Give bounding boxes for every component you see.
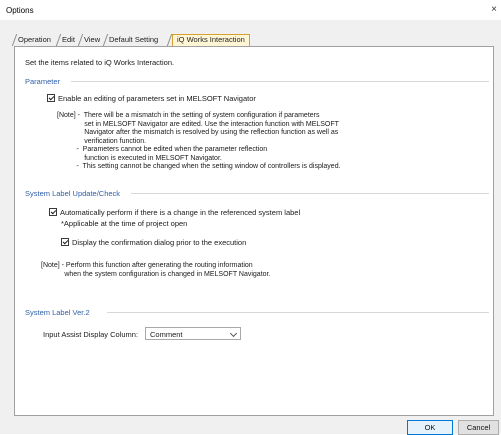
input-assist-select[interactable]: Comment [145,327,241,340]
parameter-note: [Note] - There will be a mismatch in the… [57,112,341,170]
tab-operation[interactable]: Operation [18,34,51,46]
auto-perform-label: Automatically perform if there is a chan… [60,208,301,217]
tab-edit[interactable]: Edit [62,34,75,46]
window-title: Options [6,6,34,15]
input-assist-selected-value: Comment [150,330,183,339]
input-assist-label: Input Assist Display Column: [43,330,139,339]
enable-editing-checkbox[interactable] [47,94,55,102]
enable-editing-label: Enable an editing of parameters set in M… [58,94,256,103]
tab-iq-works-interaction[interactable]: iQ Works Interaction [172,34,250,46]
section-header-parameter: Parameter [25,77,61,86]
ok-button[interactable]: OK [407,420,453,435]
section-divider [131,193,489,194]
options-dialog: Options × Operation Edit View Default Se… [0,0,501,435]
applicable-note: *Applicable at the time of project open [61,219,188,228]
tab-divider [77,34,84,46]
display-confirmation-checkbox[interactable] [61,238,69,246]
section-header-system-label-v2: System Label Ver.2 [25,308,90,317]
auto-perform-checkbox[interactable] [49,208,57,216]
tab-divider [102,34,109,46]
tab-view[interactable]: View [84,34,100,46]
system-label-note: [Note] - Perform this function after gen… [41,262,271,278]
chevron-down-icon [229,329,238,338]
tab-divider [55,34,62,46]
tab-content-panel: Set the items related to iQ Works Intera… [14,46,494,416]
tab-divider [11,34,18,46]
tab-default-setting[interactable]: Default Setting [109,34,158,46]
intro-text: Set the items related to iQ Works Intera… [25,58,175,67]
title-bar: Options × [0,0,501,20]
section-header-system-label: System Label Update/Check [25,189,121,198]
display-confirmation-label: Display the confirmation dialog prior to… [72,238,247,247]
section-divider [107,312,489,313]
section-divider [71,81,489,82]
cancel-button[interactable]: Cancel [458,420,499,435]
close-icon[interactable]: × [487,0,501,20]
